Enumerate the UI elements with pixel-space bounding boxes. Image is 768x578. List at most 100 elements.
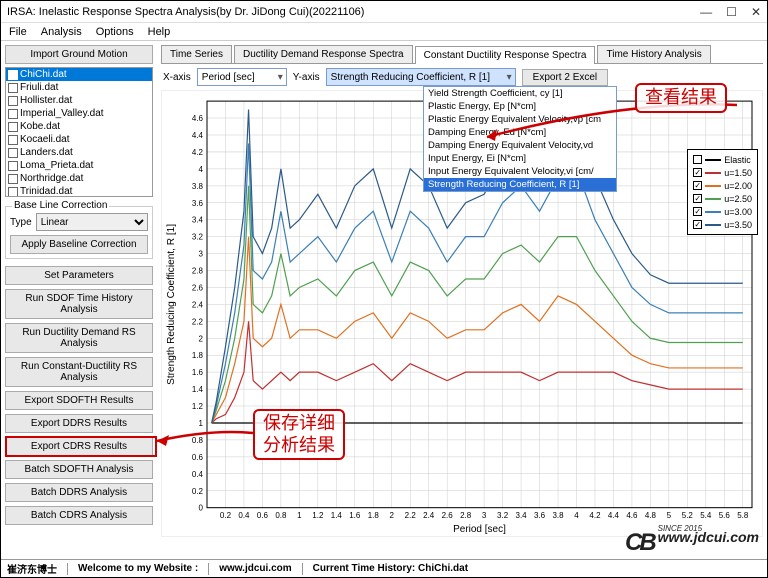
svg-text:2.8: 2.8 (192, 267, 204, 276)
checkbox-icon[interactable]: ✓ (693, 220, 702, 229)
svg-text:5.6: 5.6 (719, 511, 731, 520)
svg-text:3.2: 3.2 (497, 511, 509, 520)
export-ddrs-results-button[interactable]: Export DDRS Results (5, 414, 153, 433)
tab-time-history-analysis[interactable]: Time History Analysis (597, 45, 710, 63)
menu-options[interactable]: Options (96, 26, 134, 38)
baseline-type-label: Type (10, 217, 32, 228)
checkbox-icon[interactable]: ✓ (693, 194, 702, 203)
legend-item[interactable]: ✓u=3.50 (693, 218, 752, 231)
file-item[interactable]: Trinidad.dat (6, 185, 152, 197)
checkbox-icon[interactable]: ✓ (693, 181, 702, 190)
checkbox-icon[interactable] (8, 148, 18, 158)
tab-ductility-demand-response-spectra[interactable]: Ductility Demand Response Spectra (234, 45, 413, 63)
x-axis-select[interactable]: Period [sec] (197, 68, 287, 86)
file-item[interactable]: Loma_Prieta.dat (6, 159, 152, 172)
svg-text:4.8: 4.8 (645, 511, 657, 520)
batch-sdofth-analysis-button[interactable]: Batch SDOFTH Analysis (5, 460, 153, 479)
checkbox-icon[interactable] (8, 96, 18, 106)
svg-text:3: 3 (482, 511, 487, 520)
maximize-button[interactable]: ☐ (726, 5, 737, 19)
file-item[interactable]: Hollister.dat (6, 94, 152, 107)
checkbox-icon[interactable] (8, 122, 18, 132)
svg-text:1.6: 1.6 (192, 368, 204, 377)
callout-save-results: 保存详细分析结果 (253, 409, 345, 460)
svg-text:4.4: 4.4 (608, 511, 620, 520)
svg-text:1.8: 1.8 (192, 351, 204, 360)
batch-ddrs-analysis-button[interactable]: Batch DDRS Analysis (5, 483, 153, 502)
svg-text:2.4: 2.4 (192, 300, 204, 309)
svg-text:3.6: 3.6 (192, 199, 204, 208)
dropdown-option[interactable]: Strength Reducing Coefficient, R [1] (424, 178, 616, 191)
svg-text:0.6: 0.6 (192, 453, 204, 462)
checkbox-icon[interactable] (8, 161, 18, 171)
svg-text:0: 0 (199, 504, 204, 513)
tab-constant-ductility-response-spectra[interactable]: Constant Ductility Response Spectra (415, 46, 596, 64)
minimize-button[interactable]: — (700, 5, 712, 19)
menu-analysis[interactable]: Analysis (41, 26, 82, 38)
file-item[interactable]: ChiChi.dat (6, 68, 152, 81)
file-item[interactable]: Friuli.dat (6, 81, 152, 94)
file-item[interactable]: Northridge.dat (6, 172, 152, 185)
checkbox-icon[interactable] (8, 135, 18, 145)
ground-motion-list[interactable]: ChiChi.datFriuli.datHollister.datImperia… (5, 67, 153, 197)
run-constant-ductility-rs-analysis-button[interactable]: Run Constant-Ductility RS Analysis (5, 357, 153, 387)
checkbox-icon[interactable] (8, 187, 18, 197)
checkbox-icon[interactable]: ✓ (693, 168, 702, 177)
run-ductility-demand-rs-analysis-button[interactable]: Run Ductility Demand RS Analysis (5, 323, 153, 353)
svg-text:4: 4 (199, 165, 204, 174)
baseline-type-select[interactable]: Linear (36, 213, 148, 231)
svg-text:4.2: 4.2 (589, 511, 601, 520)
y-axis-select[interactable]: Strength Reducing Coefficient, R [1] (326, 68, 516, 86)
export-excel-button[interactable]: Export 2 Excel (522, 69, 608, 86)
svg-text:2.2: 2.2 (192, 317, 204, 326)
export-sdofth-results-button[interactable]: Export SDOFTH Results (5, 391, 153, 410)
svg-text:2.6: 2.6 (442, 511, 454, 520)
checkbox-icon[interactable] (8, 70, 18, 80)
checkbox-icon[interactable]: ✓ (693, 207, 702, 216)
checkbox-icon[interactable] (8, 83, 18, 93)
dropdown-option[interactable]: Input Energy Equivalent Velocity,vi [cm/ (424, 165, 616, 178)
status-bar: 崔济东博士 Welcome to my Website : www.jdcui.… (1, 559, 767, 577)
export-cdrs-results-button[interactable]: Export CDRS Results (5, 437, 153, 456)
legend-item[interactable]: Elastic (693, 153, 752, 166)
legend-item[interactable]: ✓u=3.00 (693, 205, 752, 218)
sidebar: Import Ground Motion ChiChi.datFriuli.da… (1, 41, 157, 541)
footer-author: 崔济东博士 (7, 561, 57, 576)
file-item[interactable]: Kocaeli.dat (6, 133, 152, 146)
svg-text:4.6: 4.6 (192, 114, 204, 123)
svg-text:5.2: 5.2 (682, 511, 694, 520)
import-ground-motion-button[interactable]: Import Ground Motion (5, 45, 153, 64)
legend-item[interactable]: ✓u=2.50 (693, 192, 752, 205)
legend-item[interactable]: ✓u=2.00 (693, 179, 752, 192)
file-item[interactable]: Kobe.dat (6, 120, 152, 133)
file-item[interactable]: Landers.dat (6, 146, 152, 159)
menu-help[interactable]: Help (148, 26, 171, 38)
close-button[interactable]: ✕ (751, 5, 761, 19)
x-axis-label: X-axis (163, 72, 191, 83)
svg-text:3.4: 3.4 (192, 216, 204, 225)
legend-item[interactable]: ✓u=1.50 (693, 166, 752, 179)
svg-text:2.6: 2.6 (192, 283, 204, 292)
svg-text:0.6: 0.6 (257, 511, 269, 520)
checkbox-icon[interactable] (8, 174, 18, 184)
svg-text:1.8: 1.8 (368, 511, 380, 520)
set-parameters-button[interactable]: Set Parameters (5, 266, 153, 285)
checkbox-icon[interactable] (693, 155, 702, 164)
tab-time-series[interactable]: Time Series (161, 45, 232, 63)
window-title: IRSA: Inelastic Response Spectra Analysi… (7, 6, 700, 18)
apply-baseline-button[interactable]: Apply Baseline Correction (10, 235, 148, 254)
run-sdof-time-history-analysis-button[interactable]: Run SDOF Time History Analysis (5, 289, 153, 319)
chart-legend: Elastic✓u=1.50✓u=2.00✓u=2.50✓u=3.00✓u=3.… (687, 149, 758, 235)
batch-cdrs-analysis-button[interactable]: Batch CDRS Analysis (5, 506, 153, 525)
svg-text:5.4: 5.4 (700, 511, 712, 520)
svg-text:2.4: 2.4 (423, 511, 435, 520)
dropdown-option[interactable]: Input Energy, Ei [N*cm] (424, 152, 616, 165)
y-axis-label: Y-axis (293, 72, 320, 83)
checkbox-icon[interactable] (8, 109, 18, 119)
tab-strip: Time SeriesDuctility Demand Response Spe… (161, 45, 763, 64)
site-logo: CB SINCE 2015www.jdcui.com (625, 524, 759, 557)
svg-text:0.2: 0.2 (220, 511, 232, 520)
menu-file[interactable]: File (9, 26, 27, 38)
file-item[interactable]: Imperial_Valley.dat (6, 107, 152, 120)
footer-site-link[interactable]: www.jdcui.com (219, 563, 291, 574)
